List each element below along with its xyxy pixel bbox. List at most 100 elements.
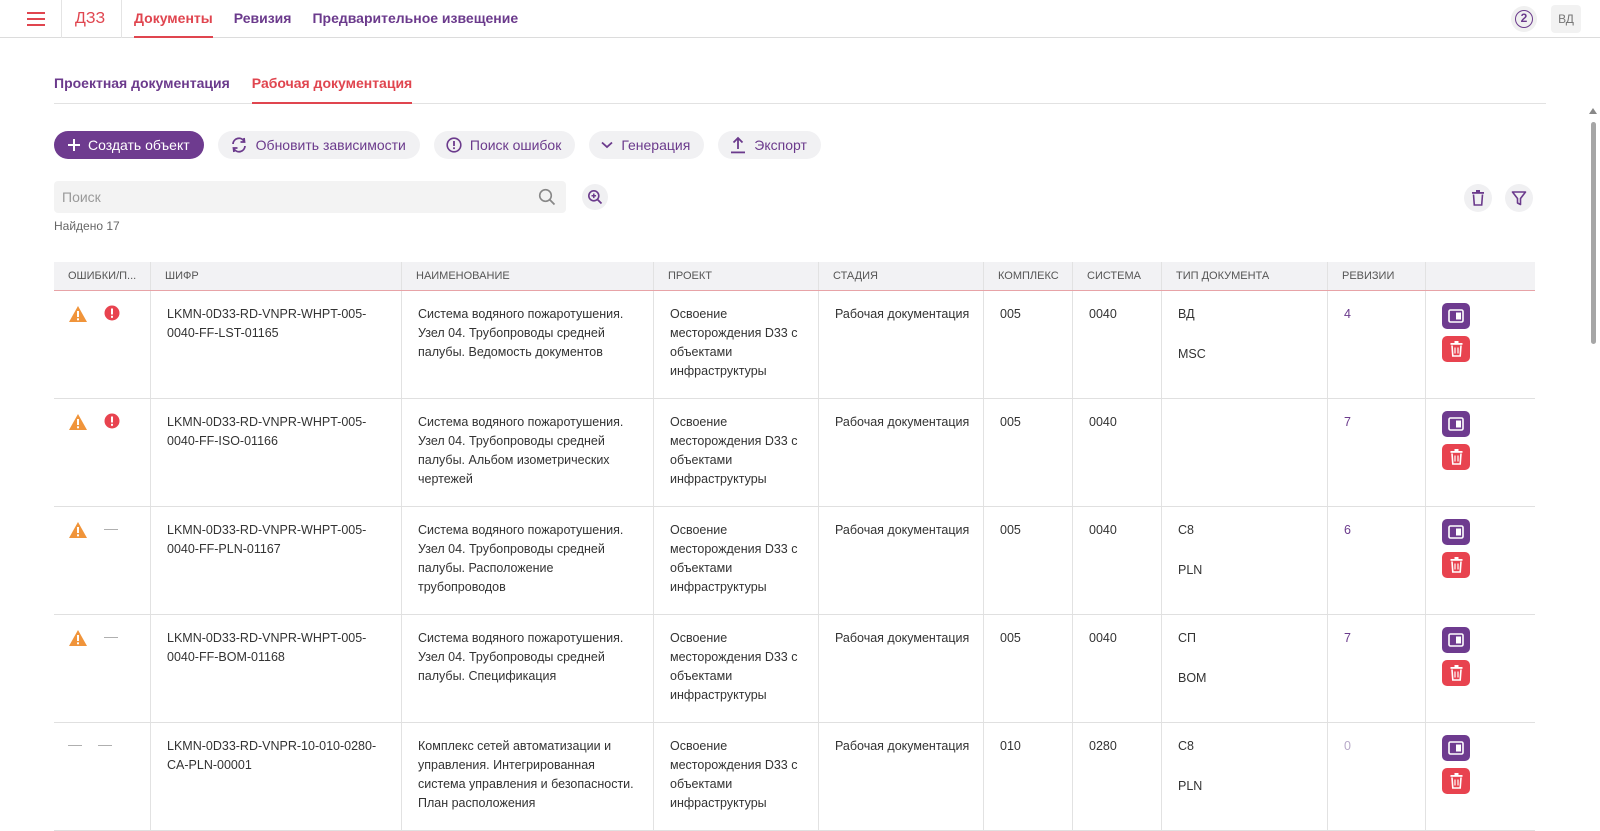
filter-icon: [1511, 191, 1527, 206]
delete-button[interactable]: [1442, 336, 1470, 362]
column-header-project[interactable]: Проект: [654, 262, 819, 290]
generation-label: Генерация: [621, 137, 691, 153]
trash-icon: [1472, 190, 1484, 206]
errors-cell: —: [54, 507, 151, 614]
column-header-revisions[interactable]: Ревизии: [1328, 262, 1426, 290]
tab-working-documentation[interactable]: Рабочая документация: [251, 72, 413, 104]
trash-icon: [1450, 665, 1462, 681]
open-button[interactable]: [1442, 627, 1470, 653]
table-header: Ошибки/П... Шифр Наименование Проект Ста…: [54, 262, 1535, 291]
open-button[interactable]: [1442, 411, 1470, 437]
project-cell: Освоение месторождения D33 с объектами и…: [654, 507, 819, 614]
filter-button[interactable]: [1505, 184, 1533, 212]
no-error-dash: —: [104, 628, 118, 644]
refresh-dependencies-button[interactable]: Обновить зависимости: [217, 131, 420, 159]
column-header-name[interactable]: Наименование: [402, 262, 654, 290]
scrollbar-thumb[interactable]: [1591, 122, 1596, 344]
open-panel-icon: [1448, 525, 1464, 539]
app-brand[interactable]: ДЗЗ: [75, 0, 105, 38]
warning-icon[interactable]: [68, 521, 88, 545]
help-icon: 2: [1515, 10, 1533, 28]
code-cell: LKMN-0D33-RD-VNPR-WHPT-005-0040-FF-BOM-0…: [151, 615, 402, 722]
documents-table: Ошибки/П... Шифр Наименование Проект Ста…: [54, 262, 1535, 831]
revisions-link[interactable]: 7: [1344, 631, 1351, 645]
clear-button[interactable]: [1464, 184, 1492, 212]
create-object-label: Создать объект: [88, 137, 190, 153]
export-button[interactable]: Экспорт: [718, 131, 821, 159]
table-row[interactable]: — LKMN-0D33-RD-VNPR-WHPT-005-0040-FF-BOM…: [54, 615, 1535, 723]
nav-revision[interactable]: Ревизия: [234, 0, 292, 38]
revisions-cell: 0: [1328, 723, 1426, 830]
table-row[interactable]: — LKMN-0D33-RD-VNPR-WHPT-005-0040-FF-PLN…: [54, 507, 1535, 615]
name-cell: Система водяного пожаротушения. Узел 04.…: [402, 291, 654, 398]
document-type-cell: С8 PLN: [1162, 507, 1328, 614]
complex-cell: 005: [984, 291, 1073, 398]
table-row[interactable]: LKMN-0D33-RD-VNPR-WHPT-005-0040-FF-LST-0…: [54, 291, 1535, 399]
stage-cell: Рабочая документация: [819, 723, 984, 830]
table-row[interactable]: — — LKMN-0D33-RD-VNPR-10-010-0280-CA-PLN…: [54, 723, 1535, 831]
search-icon[interactable]: [538, 188, 556, 206]
open-panel-icon: [1448, 741, 1464, 755]
name-cell: Комплекс сетей автоматизации и управлени…: [402, 723, 654, 830]
revisions-cell: 7: [1328, 615, 1426, 722]
open-button[interactable]: [1442, 303, 1470, 329]
delete-button[interactable]: [1442, 552, 1470, 578]
delete-button[interactable]: [1442, 768, 1470, 794]
open-panel-icon: [1448, 309, 1464, 323]
actions-cell: [1426, 615, 1535, 722]
error-icon[interactable]: [104, 305, 120, 327]
warning-icon[interactable]: [68, 413, 88, 437]
revisions-link[interactable]: 7: [1344, 415, 1351, 429]
complex-cell: 005: [984, 399, 1073, 506]
user-avatar[interactable]: ВД: [1551, 5, 1581, 33]
error-icon[interactable]: [104, 413, 120, 435]
upload-icon: [731, 136, 746, 154]
system-cell: 0280: [1073, 723, 1162, 830]
help-button[interactable]: 2: [1511, 6, 1537, 32]
stage-cell: Рабочая документация: [819, 291, 984, 398]
toolbar: Создать объект Обновить зависимости Поис…: [54, 131, 821, 159]
hamburger-menu-button[interactable]: [12, 0, 60, 38]
results-count: Найдено 17: [54, 219, 120, 233]
system-cell: 0040: [1073, 291, 1162, 398]
open-button[interactable]: [1442, 735, 1470, 761]
no-warning-dash: —: [68, 736, 82, 752]
trash-icon: [1450, 557, 1462, 573]
create-object-button[interactable]: Создать объект: [54, 131, 204, 159]
delete-button[interactable]: [1442, 444, 1470, 470]
errors-cell: [54, 399, 151, 506]
column-header-document-type[interactable]: Тип документа: [1162, 262, 1328, 290]
column-header-code[interactable]: Шифр: [151, 262, 402, 290]
delete-button[interactable]: [1442, 660, 1470, 686]
code-cell: LKMN-0D33-RD-VNPR-WHPT-005-0040-FF-ISO-0…: [151, 399, 402, 506]
tab-project-documentation[interactable]: Проектная документация: [54, 72, 230, 104]
stage-cell: Рабочая документация: [819, 399, 984, 506]
alert-circle-icon: [446, 137, 462, 153]
column-header-system[interactable]: Система: [1073, 262, 1162, 290]
system-cell: 0040: [1073, 507, 1162, 614]
find-errors-button[interactable]: Поиск ошибок: [433, 131, 576, 159]
revisions-link[interactable]: 0: [1344, 739, 1351, 753]
system-cell: 0040: [1073, 399, 1162, 506]
search-input[interactable]: [54, 181, 524, 213]
zoom-in-icon: [588, 190, 603, 205]
column-header-stage[interactable]: Стадия: [819, 262, 984, 290]
column-header-complex[interactable]: Комплекс: [984, 262, 1073, 290]
code-cell: LKMN-0D33-RD-VNPR-10-010-0280-CA-PLN-000…: [151, 723, 402, 830]
revisions-link[interactable]: 6: [1344, 523, 1351, 537]
warning-icon[interactable]: [68, 629, 88, 653]
nav-documents[interactable]: Документы: [134, 0, 213, 38]
nav-preliminary-notice[interactable]: Предварительное извещение: [312, 0, 518, 38]
actions-cell: [1426, 507, 1535, 614]
name-cell: Система водяного пожаротушения. Узел 04.…: [402, 507, 654, 614]
column-header-errors[interactable]: Ошибки/П...: [54, 262, 151, 290]
revisions-link[interactable]: 4: [1344, 307, 1351, 321]
scroll-up-arrow-icon[interactable]: [1589, 108, 1597, 114]
revisions-cell: 4: [1328, 291, 1426, 398]
generation-dropdown[interactable]: Генерация: [589, 131, 705, 159]
code-cell: LKMN-0D33-RD-VNPR-WHPT-005-0040-FF-LST-0…: [151, 291, 402, 398]
warning-icon[interactable]: [68, 305, 88, 329]
advanced-search-button[interactable]: [582, 184, 608, 210]
table-row[interactable]: LKMN-0D33-RD-VNPR-WHPT-005-0040-FF-ISO-0…: [54, 399, 1535, 507]
open-button[interactable]: [1442, 519, 1470, 545]
